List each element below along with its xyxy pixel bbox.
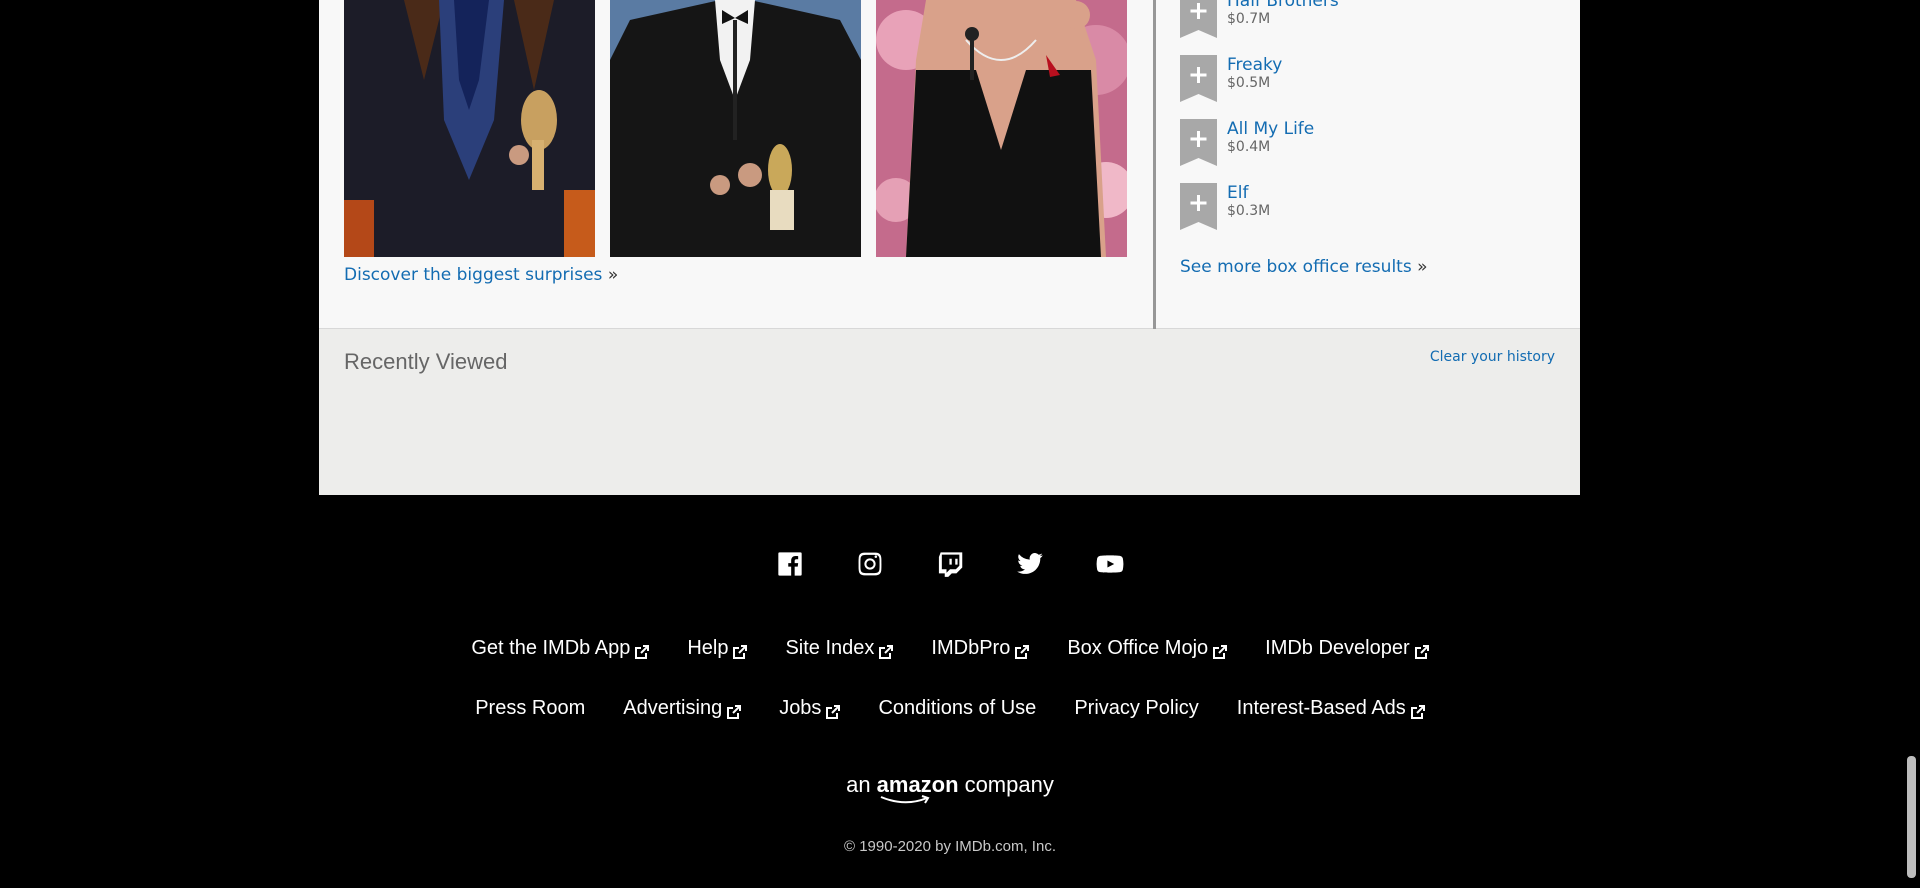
instagram-icon[interactable]: [854, 548, 886, 580]
footer-links-row-2: Press Room Advertising Jobs Conditions o…: [0, 697, 1900, 720]
raquo-glyph: »: [1417, 257, 1428, 277]
youtube-icon[interactable]: [1094, 548, 1126, 580]
discover-surprises-link[interactable]: Discover the biggest surprises »: [344, 265, 618, 285]
footer-link-label: Conditions of Use: [878, 697, 1037, 719]
social-links: [0, 548, 1900, 580]
photo-winner-1[interactable]: [344, 0, 595, 257]
footer-link-imdb-developer[interactable]: IMDb Developer: [1265, 637, 1429, 660]
box-office-gross: $0.5M: [1227, 75, 1271, 91]
box-office-item: Half Brothers $0.7M: [1180, 0, 1560, 41]
footer-links-row-1: Get the IMDb App Help Site Index IMDbPro…: [0, 637, 1900, 660]
raquo-glyph: »: [607, 265, 619, 285]
footer-link-label: Site Index: [785, 637, 875, 659]
box-office-title[interactable]: All My Life: [1227, 119, 1314, 139]
box-office-title[interactable]: Half Brothers: [1227, 0, 1339, 11]
box-office-gross: $0.3M: [1227, 203, 1271, 219]
external-link-icon: [635, 642, 650, 659]
footer-link-help[interactable]: Help: [687, 637, 748, 660]
photo-winner-2-image: [610, 0, 861, 257]
external-link-icon: [1414, 642, 1429, 659]
footer-link-get-app[interactable]: Get the IMDb App: [471, 637, 650, 660]
footer-link-label: IMDb Developer: [1265, 637, 1410, 659]
add-to-watchlist-icon[interactable]: [1180, 183, 1217, 230]
add-to-watchlist-icon[interactable]: [1180, 119, 1217, 166]
external-link-icon: [1410, 702, 1425, 719]
add-to-watchlist-icon[interactable]: [1180, 55, 1217, 102]
amazon-company-logo[interactable]: an amazon company: [0, 772, 1900, 804]
see-more-box-office-link[interactable]: See more box office results »: [1180, 257, 1428, 277]
amazon-word: amazon: [877, 772, 959, 804]
external-link-icon: [879, 642, 894, 659]
footer-link-label: Press Room: [475, 697, 586, 719]
box-office-item: All My Life $0.4M: [1180, 119, 1560, 169]
footer-link-interest-based-ads[interactable]: Interest-Based Ads: [1237, 697, 1425, 720]
footer-link-site-index[interactable]: Site Index: [785, 637, 894, 660]
copyright-text: © 1990-2020 by IMDb.com, Inc.: [844, 838, 1056, 855]
footer-link-label: Help: [687, 637, 729, 659]
box-office-title[interactable]: Elf: [1227, 183, 1248, 203]
external-link-icon: [826, 702, 841, 719]
footer-link-imdbpro[interactable]: IMDbPro: [931, 637, 1030, 660]
footer-link-jobs[interactable]: Jobs: [779, 697, 841, 720]
box-office-item: Elf $0.3M: [1180, 183, 1560, 233]
external-link-icon: [1213, 642, 1228, 659]
photo-winner-1-image: [344, 0, 595, 257]
clear-history-link[interactable]: Clear your history: [1430, 349, 1555, 365]
page-scrollbar[interactable]: [1903, 0, 1920, 888]
main-content: Discover the biggest surprises » Half Br…: [319, 0, 1580, 495]
photo-winner-3[interactable]: [876, 0, 1127, 257]
footer-link-label: Box Office Mojo: [1067, 637, 1209, 659]
footer-link-label: Jobs: [779, 697, 822, 719]
twitch-icon[interactable]: [934, 548, 966, 580]
photo-winner-3-image: [876, 0, 1127, 257]
footer-link-label: Get the IMDb App: [471, 637, 631, 659]
footer-link-label: IMDbPro: [931, 637, 1011, 659]
footer-link-conditions-of-use[interactable]: Conditions of Use: [878, 697, 1036, 720]
footer-link-label: Advertising: [623, 697, 723, 719]
footer-link-box-office-mojo[interactable]: Box Office Mojo: [1067, 637, 1228, 660]
box-office-item: Freaky $0.5M: [1180, 55, 1560, 105]
amazon-smile-icon: [880, 795, 930, 804]
surprises-panel: Discover the biggest surprises »: [319, 0, 1153, 329]
footer-link-press-room[interactable]: Press Room: [475, 697, 585, 720]
footer-link-label: Interest-Based Ads: [1236, 697, 1406, 719]
footer-link-privacy-policy[interactable]: Privacy Policy: [1074, 697, 1198, 720]
box-office-gross: $0.7M: [1227, 11, 1271, 27]
recently-viewed-title: Recently Viewed: [344, 349, 508, 374]
external-link-icon: [733, 642, 748, 659]
amazon-prefix: an: [846, 772, 871, 797]
amazon-suffix: company: [964, 772, 1054, 797]
external-link-icon: [1015, 642, 1030, 659]
box-office-title[interactable]: Freaky: [1227, 55, 1282, 75]
amazon-logo-text: an amazon company: [846, 772, 1054, 804]
box-office-gross: $0.4M: [1227, 139, 1271, 155]
twitter-icon[interactable]: [1014, 548, 1046, 580]
add-to-watchlist-icon[interactable]: [1180, 0, 1217, 38]
discover-surprises-label[interactable]: Discover the biggest surprises: [344, 265, 602, 285]
see-more-box-office-label[interactable]: See more box office results: [1180, 257, 1412, 277]
footer-link-advertising[interactable]: Advertising: [623, 697, 742, 720]
scrollbar-thumb[interactable]: [1907, 756, 1916, 878]
photo-winner-2[interactable]: [610, 0, 861, 257]
top-section: Discover the biggest surprises » Half Br…: [319, 0, 1580, 329]
external-link-icon: [727, 702, 742, 719]
facebook-icon[interactable]: [774, 548, 806, 580]
box-office-panel: Half Brothers $0.7M Freaky $0.5M All My …: [1156, 0, 1580, 329]
footer-link-label: Privacy Policy: [1074, 697, 1199, 719]
